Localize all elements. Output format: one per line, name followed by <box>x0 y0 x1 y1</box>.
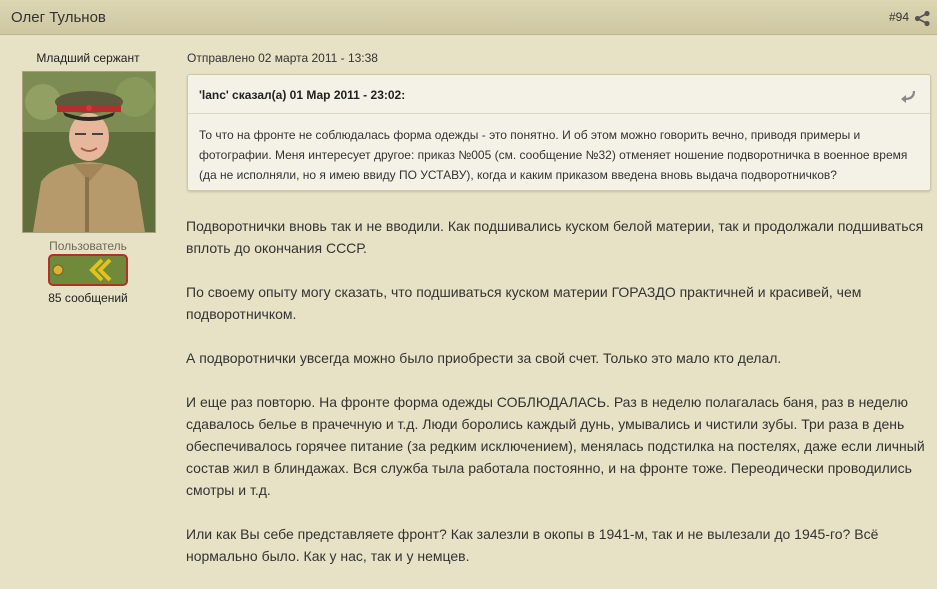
post-paragraph: По своему опыту могу сказать, что подшив… <box>186 284 862 322</box>
quote-divider <box>188 113 930 114</box>
avatar[interactable] <box>22 71 156 233</box>
rank-shoulder-strap-icon <box>48 254 128 286</box>
post-number-link[interactable]: #94 <box>889 10 909 24</box>
author-post-count[interactable]: 85 сообщений <box>0 291 176 305</box>
avatar-photo <box>23 72 155 232</box>
post-paragraph: Подворотнички вновь так и не вводили. Ка… <box>186 218 924 256</box>
jump-to-post-icon[interactable] <box>900 89 916 103</box>
post-paragraph: Или как Вы себе представляете фронт? Как… <box>186 526 879 564</box>
quote-text: То что на фронте не соблюдалась форма од… <box>199 128 908 182</box>
author-rank-title: Младший сержант <box>36 51 140 65</box>
post-header: Олег Тульнов #94 <box>0 0 937 35</box>
post-paragraph: И еще раз повторю. На фронте форма одежд… <box>186 394 925 498</box>
author-name-link[interactable]: Олег Тульнов <box>11 9 106 26</box>
post-body: Подворотнички вновь так и не вводили. Ка… <box>186 215 926 589</box>
share-icon[interactable] <box>914 10 931 27</box>
quote-block: 'lanc' сказал(а) 01 Мар 2011 - 23:02: То… <box>187 74 931 191</box>
post-date: Отправлено 02 марта 2011 - 13:38 <box>187 51 378 65</box>
author-usergroup: Пользователь <box>49 239 127 253</box>
author-info-panel: Младший сержант Пользователь 85 сообщени… <box>0 36 176 571</box>
quote-citation: 'lanc' сказал(а) 01 Мар 2011 - 23:02: <box>199 88 406 102</box>
post-paragraph: А подворотнички увсегда можно было приоб… <box>186 350 782 366</box>
